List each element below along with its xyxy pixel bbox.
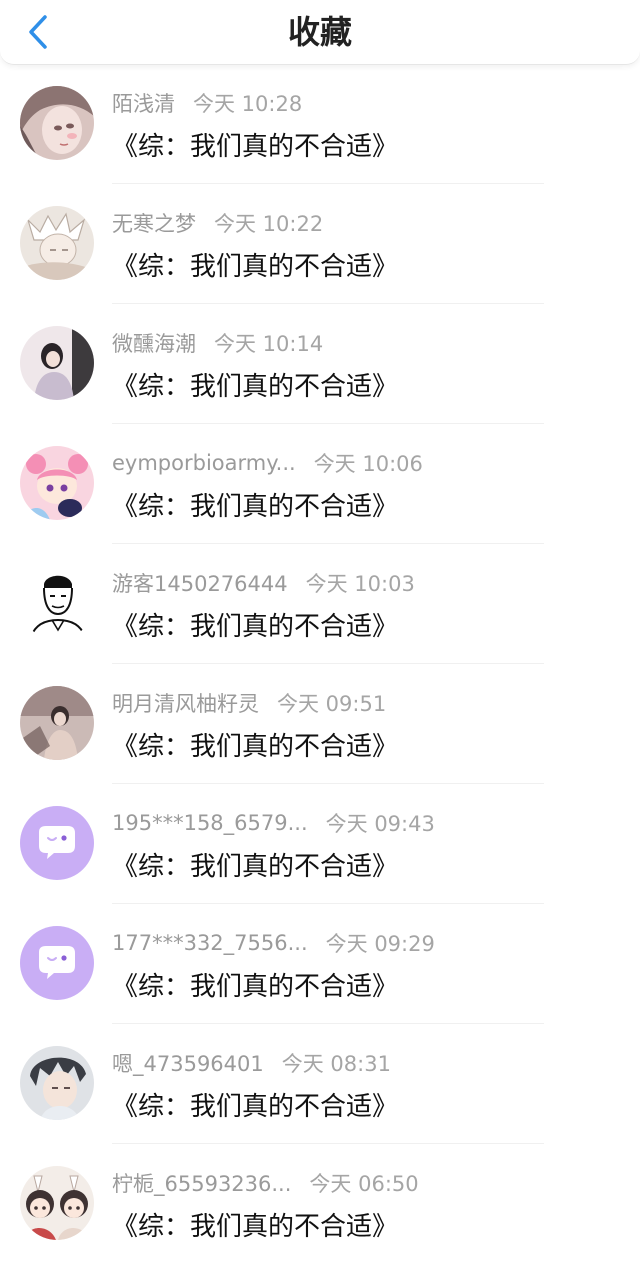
timestamp: 今天 10:06 — [313, 452, 423, 476]
timestamp: 今天 06:50 — [309, 1172, 419, 1196]
item-title: 《综：我们真的不合适》 — [112, 252, 399, 282]
avatar[interactable] — [20, 1166, 94, 1240]
list-item[interactable]: 177***332_7556... 今天 09:29 《综：我们真的不合适》 — [0, 904, 640, 1024]
timestamp: 今天 10:03 — [305, 572, 415, 596]
item-title: 《综：我们真的不合适》 — [112, 132, 399, 162]
sailor-chibi-avatar-icon — [20, 446, 94, 520]
item-title: 《综：我们真的不合适》 — [112, 492, 399, 522]
list-item[interactable]: 游客1450276444 今天 10:03 《综：我们真的不合适》 — [0, 544, 640, 664]
avatar[interactable] — [20, 446, 94, 520]
avatar[interactable] — [20, 86, 94, 160]
timestamp: 今天 10:28 — [193, 92, 303, 116]
user-name: 177***332_7556... — [112, 931, 308, 955]
anime-boy-avatar-icon — [20, 1046, 94, 1120]
timestamp: 今天 09:51 — [277, 692, 387, 716]
user-name: 陌浅清 — [112, 92, 175, 116]
item-title: 《综：我们真的不合适》 — [112, 852, 399, 882]
list-item[interactable]: eymporbioarmy... 今天 10:06 《综：我们真的不合适》 — [0, 424, 640, 544]
timestamp: 今天 09:43 — [325, 812, 435, 836]
sketch-boy-avatar-icon — [20, 206, 94, 280]
item-title: 《综：我们真的不合适》 — [112, 732, 399, 762]
page-title: 收藏 — [287, 13, 352, 51]
list-item[interactable]: 陌浅清 今天 10:28 《综：我们真的不合适》 — [0, 64, 640, 184]
user-name: 明月清风柚籽灵 — [112, 692, 259, 716]
chat-bubble-icon — [20, 926, 94, 1000]
avatar[interactable] — [20, 926, 94, 1000]
item-title: 《综：我们真的不合适》 — [112, 372, 399, 402]
avatar[interactable] — [20, 1046, 94, 1120]
sketch-man-avatar-icon — [20, 566, 94, 640]
favorites-list: 陌浅清 今天 10:28 《综：我们真的不合适》 无寒之梦 今天 10:22 《… — [0, 64, 640, 1264]
list-item[interactable]: 无寒之梦 今天 10:22 《综：我们真的不合适》 — [0, 184, 640, 304]
photo-girl-avatar-icon — [20, 326, 94, 400]
avatar[interactable] — [20, 206, 94, 280]
user-name: 无寒之梦 — [112, 212, 196, 236]
painted-figure-avatar-icon — [20, 686, 94, 760]
avatar[interactable] — [20, 326, 94, 400]
user-name: eymporbioarmy... — [112, 451, 296, 475]
user-name: 嗯_473596401 — [112, 1052, 264, 1076]
timestamp: 今天 10:14 — [214, 332, 324, 356]
avatar[interactable] — [20, 806, 94, 880]
user-name: 柠栀_65593236... — [112, 1172, 292, 1196]
avatar[interactable] — [20, 686, 94, 760]
timestamp: 今天 10:22 — [214, 212, 324, 236]
timestamp: 今天 08:31 — [281, 1052, 391, 1076]
item-title: 《综：我们真的不合适》 — [112, 972, 399, 1002]
list-item[interactable]: 嗯_473596401 今天 08:31 《综：我们真的不合适》 — [0, 1024, 640, 1144]
user-name: 微醺海潮 — [112, 332, 196, 356]
list-item[interactable]: 柠栀_65593236... 今天 06:50 《综：我们真的不合适》 — [0, 1144, 640, 1264]
avatar[interactable] — [20, 566, 94, 640]
timestamp: 今天 09:29 — [325, 932, 435, 956]
user-name: 195***158_6579... — [112, 811, 308, 835]
item-title: 《综：我们真的不合适》 — [112, 1092, 399, 1122]
item-title: 《综：我们真的不合适》 — [112, 1212, 399, 1242]
top-bar: 收藏 — [0, 0, 640, 65]
list-item[interactable]: 195***158_6579... 今天 09:43 《综：我们真的不合适》 — [0, 784, 640, 904]
list-item[interactable]: 微醺海潮 今天 10:14 《综：我们真的不合适》 — [0, 304, 640, 424]
anime-girl-avatar-icon — [20, 86, 94, 160]
list-item[interactable]: 明月清风柚籽灵 今天 09:51 《综：我们真的不合适》 — [0, 664, 640, 784]
item-title: 《综：我们真的不合适》 — [112, 612, 399, 642]
chat-bubble-icon — [20, 806, 94, 880]
chibi-pair-avatar-icon — [20, 1166, 94, 1240]
user-name: 游客1450276444 — [112, 572, 288, 596]
